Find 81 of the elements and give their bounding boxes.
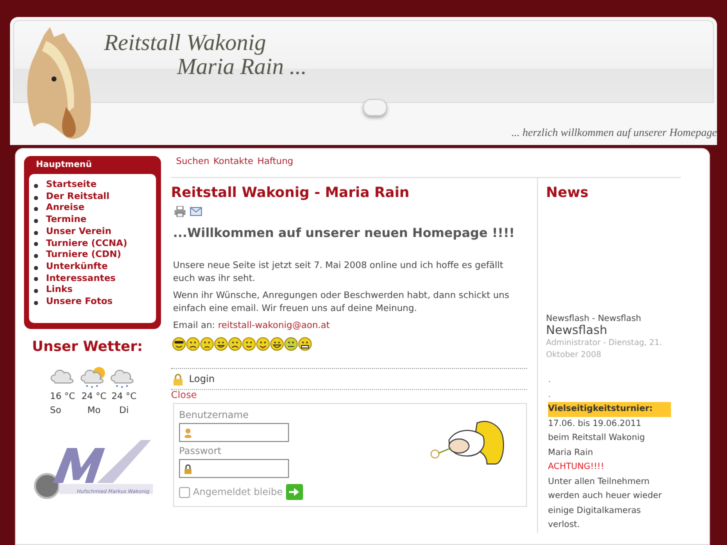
- top-link[interactable]: Kontakte: [213, 157, 254, 167]
- bullet-icon: [34, 196, 38, 200]
- top-link[interactable]: Suchen: [176, 157, 210, 167]
- article-paragraph: Unsere neue Seite ist jetzt seit 7. Mai 2008 online und ich hoffe es gefällt euch was ihr seht.: [173, 260, 504, 286]
- news-headline: Newsflash: [546, 324, 608, 337]
- weekday-text: Mo: [87, 406, 101, 416]
- email-label: Email an:: [173, 321, 216, 331]
- menu-title: Hauptmenü: [35, 160, 93, 172]
- weekday-text: Di: [119, 406, 129, 416]
- bullet-icon: [34, 184, 38, 188]
- news-text: Unter allen Teilnehmern werden auch heuer wieder einige Digitalkameras verlost.: [548, 476, 663, 532]
- padlock-icon: [184, 464, 192, 474]
- password-label: Passwort: [179, 446, 222, 457]
- site-title: Reitstall Wakonig: [104, 31, 268, 55]
- menu-link[interactable]: Startseite: [46, 180, 97, 192]
- login-title: Login: [189, 374, 215, 385]
- smiley-icon: [214, 337, 228, 351]
- bullet-icon: [34, 230, 38, 235]
- news-text: Vielseitigkeitsturnier:: [548, 402, 671, 416]
- smiley-icon: [256, 337, 270, 351]
- welcome-tagline: ... herzlich willkommen auf unserer Homepage: [511, 127, 717, 139]
- news-category: Newsflash - Newsflash: [546, 314, 642, 324]
- bullet-icon: [34, 266, 38, 270]
- news-text: 17.06. bis 19.06.2011: [548, 418, 642, 430]
- menu-link[interactable]: Turniere (CCNA): [46, 238, 128, 250]
- smiley-icon: [298, 337, 312, 351]
- news-text: beim Reitstall Wakonig: [548, 432, 646, 445]
- news-title: News: [546, 184, 590, 202]
- smiley-icon: [200, 337, 214, 351]
- article-paragraph: Wenn ihr Wünsche, Anregungen oder Beschwerden habt, dann schickt uns einfach eine email. Wir freuen uns auf deine Meinung.: [173, 290, 510, 316]
- padlock-icon: [173, 373, 183, 386]
- menu-link[interactable]: Links: [46, 285, 73, 298]
- smiley-icon: [228, 337, 242, 351]
- weekday-text: So: [50, 406, 62, 416]
- article-title: Reitstall Wakonig - Maria Rain: [171, 184, 410, 202]
- bullet-icon: [34, 300, 38, 305]
- news-text: ACHTUNG!!!!: [548, 461, 605, 474]
- bullet-icon: [34, 207, 38, 212]
- printer-icon[interactable]: [174, 206, 186, 217]
- temperature-text: 24 °C: [111, 392, 137, 402]
- menu-link[interactable]: Interessantes: [46, 274, 116, 286]
- weather-title: Unser Wetter:: [32, 338, 144, 355]
- menu-link[interactable]: Unsere Fotos: [46, 297, 113, 309]
- remember-checkbox[interactable]: [179, 486, 190, 498]
- email-link[interactable]: reitstall-wakonig@aon.at: [218, 321, 330, 331]
- username-field[interactable]: [179, 423, 289, 442]
- smiley-icon: [172, 337, 186, 351]
- bullet-icon: [34, 289, 38, 294]
- sun-cloud-rain-icon: [80, 364, 108, 389]
- close-link[interactable]: Close: [171, 390, 197, 401]
- smiley-icon: [284, 337, 298, 351]
- bullet-icon: [34, 242, 38, 246]
- menu-link[interactable]: Unterkünfte: [46, 262, 108, 274]
- menu-link[interactable]: Der Reitstall: [46, 192, 110, 204]
- news-text: .: [548, 374, 552, 387]
- smiley-icon: [242, 337, 256, 351]
- bullet-icon: [34, 277, 38, 282]
- site-subtitle: Maria Rain ...: [176, 55, 307, 79]
- arrow-icon: [288, 486, 300, 498]
- menu-link[interactable]: Turniere (CDN): [46, 250, 122, 262]
- password-field[interactable]: [179, 459, 289, 478]
- submit-arrow-button[interactable]: [286, 484, 303, 500]
- knob-icon: [363, 99, 387, 116]
- smiley-icon: [186, 337, 200, 351]
- envelope-icon[interactable]: [190, 206, 202, 217]
- temperature-text: 16 °C: [50, 392, 76, 402]
- news-text: Maria Rain: [548, 446, 594, 460]
- news-text: .: [548, 388, 552, 402]
- news-meta: Administrator - Dienstag, 21. Oktober 2008: [546, 337, 663, 361]
- menu-link[interactable]: Anreise: [46, 203, 84, 216]
- smiley-icon: [270, 337, 284, 351]
- temperature-text: 24 °C: [81, 392, 107, 402]
- username-label: Benutzername: [179, 410, 250, 421]
- welcome-heading: ...Willkommen auf unserer neuen Homepage !!!!: [173, 225, 516, 240]
- bullet-icon: [34, 218, 38, 223]
- menu-link[interactable]: Unser Verein: [46, 226, 112, 239]
- top-link[interactable]: Haftung: [257, 157, 294, 167]
- bullet-icon: [34, 254, 38, 258]
- user-icon: [184, 428, 192, 438]
- remember-label: Angemeldet bleibe: [193, 486, 283, 498]
- menu-link[interactable]: Termine: [46, 215, 86, 227]
